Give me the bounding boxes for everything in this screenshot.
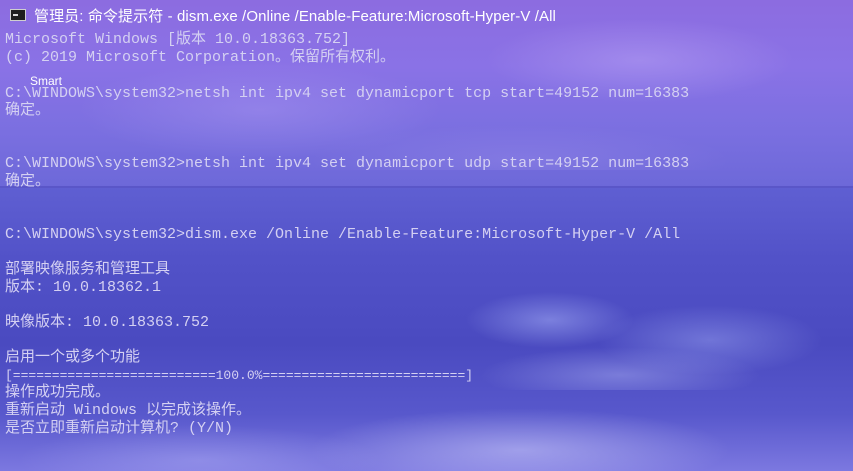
console-line: (c) 2019 Microsoft Corporation。保留所有权利。	[5, 49, 396, 66]
console-line: Microsoft Windows [版本 10.0.18363.752]	[5, 31, 351, 48]
console-line: 确定。	[5, 173, 51, 190]
console-prompt-line: 是否立即重新启动计算机? (Y/N)	[5, 420, 234, 437]
console-line: 部署映像服务和管理工具	[5, 261, 171, 278]
console-line: 确定。	[5, 102, 51, 119]
title-bar[interactable]: 管理员: 命令提示符 - dism.exe /Online /Enable-Fe…	[0, 0, 853, 30]
command-prompt-window[interactable]: 管理员: 命令提示符 - dism.exe /Online /Enable-Fe…	[0, 0, 853, 471]
console-line: C:\WINDOWS\system32>netsh int ipv4 set d…	[5, 85, 690, 102]
progress-bar-text: [==========================100.0%=======…	[5, 368, 474, 383]
console-line: 映像版本: 10.0.18363.752	[5, 314, 210, 331]
console-line: 版本: 10.0.18362.1	[5, 279, 162, 296]
console-line: 操作成功完成。	[5, 384, 111, 401]
console-line: C:\WINDOWS\system32>netsh int ipv4 set d…	[5, 155, 690, 172]
cmd-icon[interactable]	[10, 9, 26, 21]
window-title: 管理员: 命令提示符 - dism.exe /Online /Enable-Fe…	[34, 7, 556, 25]
console-line: C:\WINDOWS\system32>dism.exe /Online /En…	[5, 226, 681, 243]
console-line: 启用一个或多个功能	[5, 349, 141, 366]
console-line: 重新启动 Windows 以完成该操作。	[5, 402, 252, 419]
